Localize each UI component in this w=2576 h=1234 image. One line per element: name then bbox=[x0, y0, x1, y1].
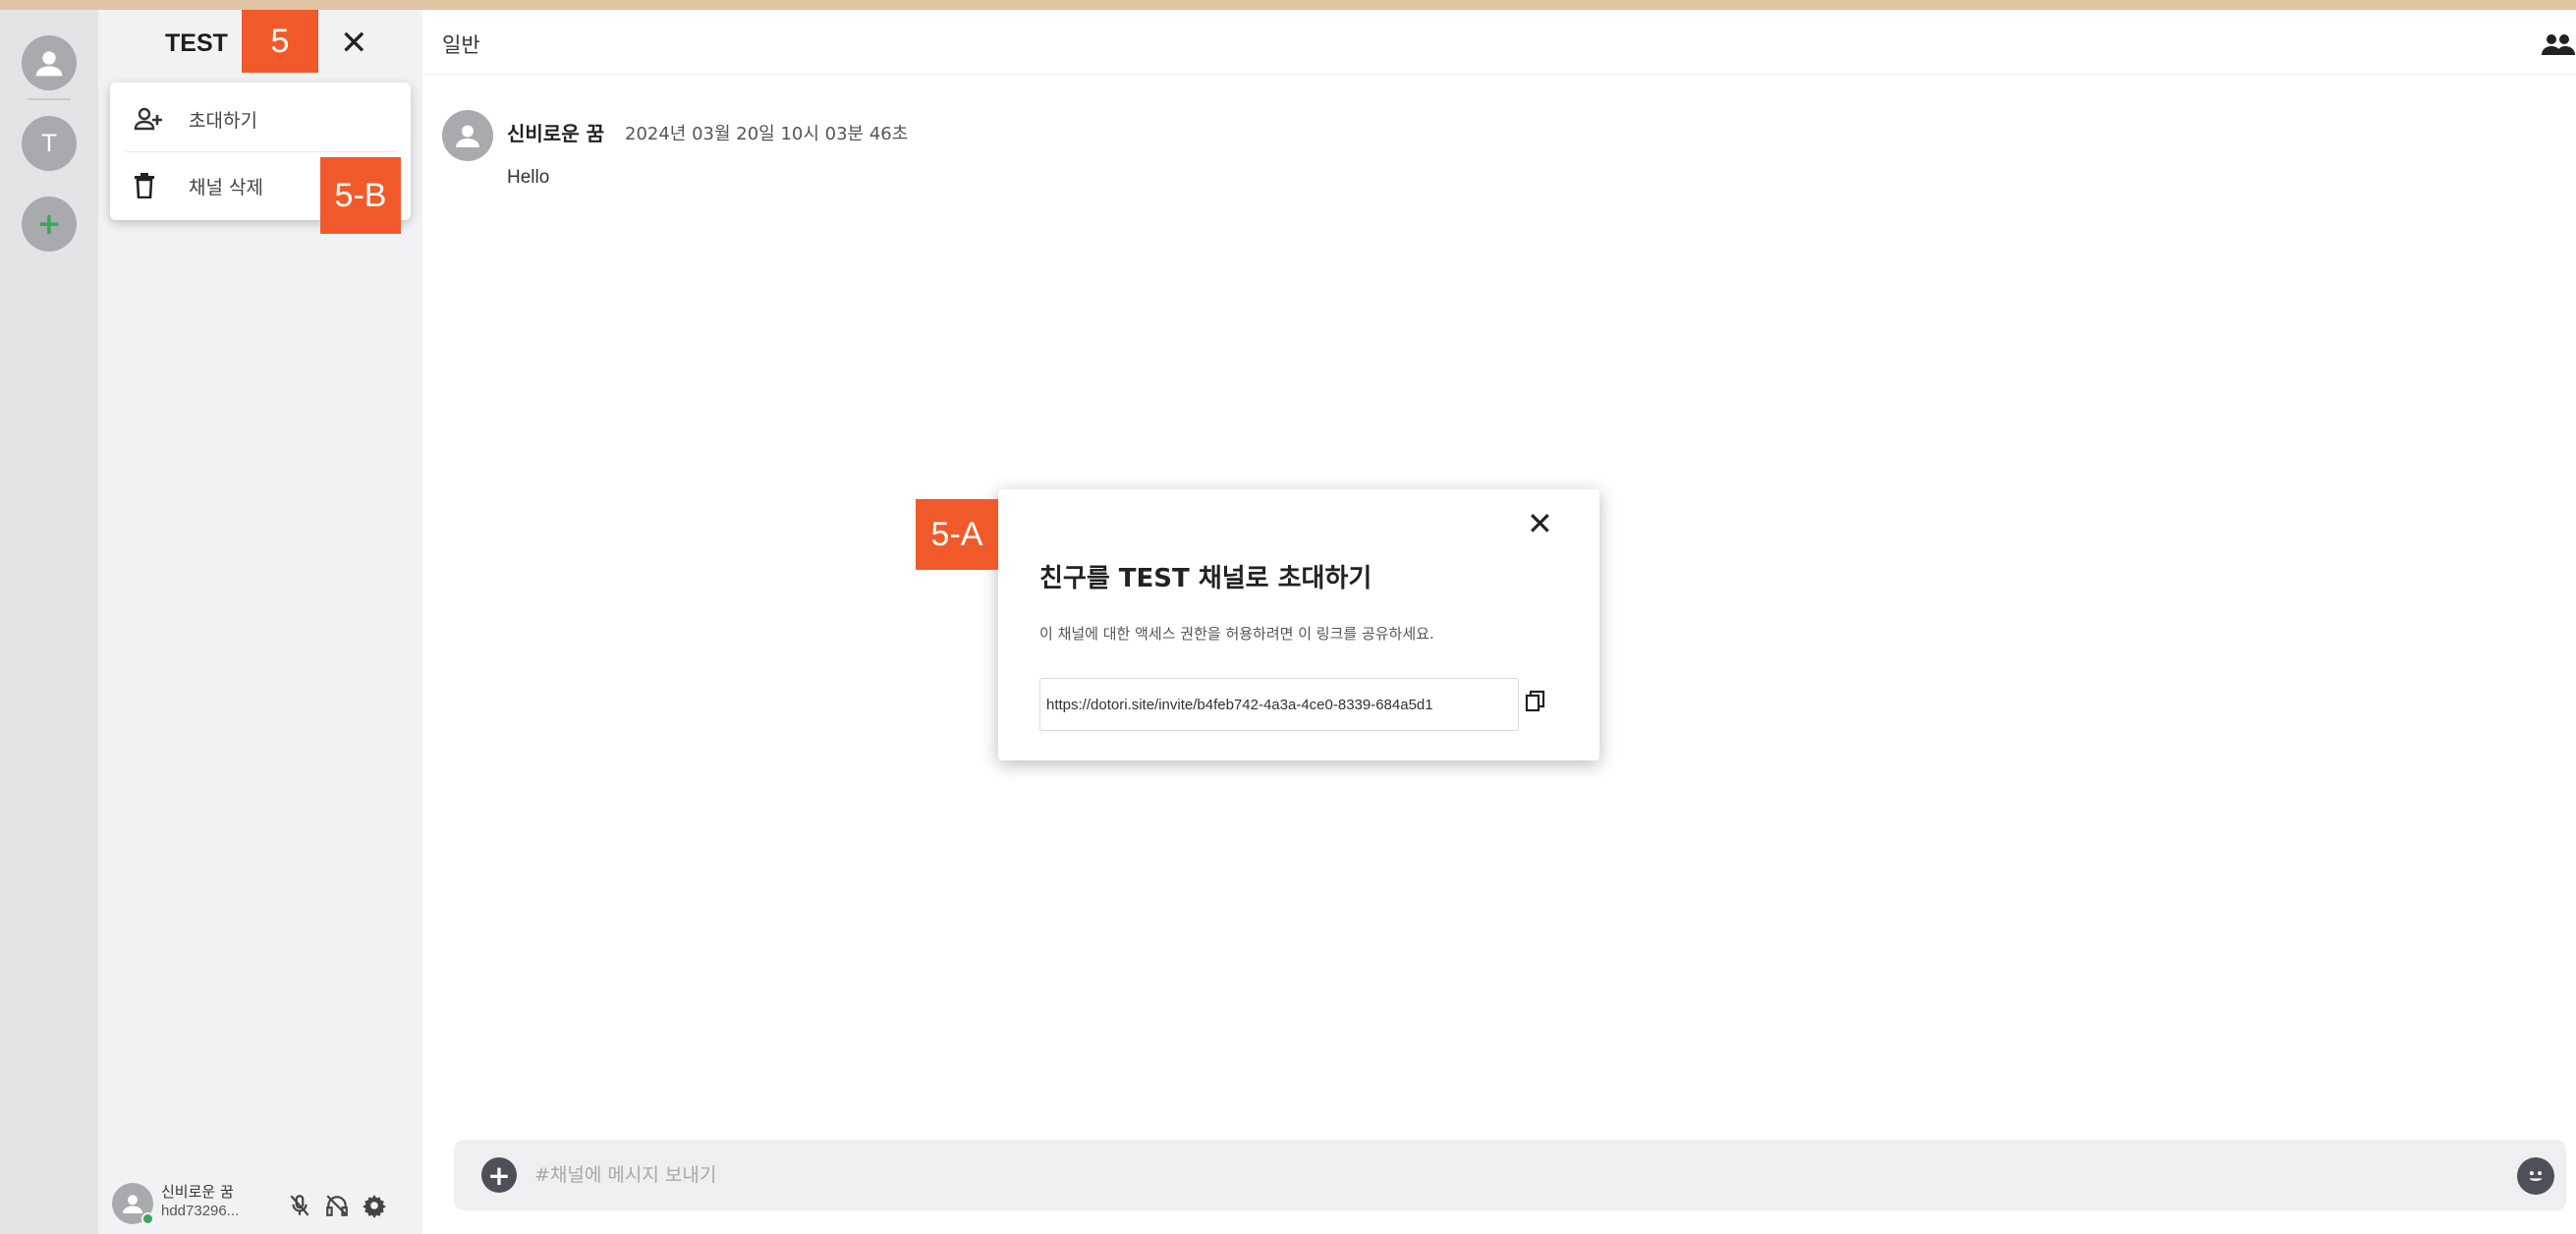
invite-link-field[interactable]: https://dotori.site/invite/b4feb742-4a3a… bbox=[1039, 678, 1519, 731]
modal-description: 이 채널에 대한 액세스 권한을 허용하려면 이 링크를 공유하세요. bbox=[1039, 625, 1434, 643]
user-panel: 신비로운 꿈 hdd73296... bbox=[98, 1165, 422, 1234]
gear-icon[interactable] bbox=[360, 1191, 389, 1220]
rail-divider bbox=[28, 98, 71, 100]
channel-header: 일반 bbox=[422, 10, 2576, 75]
trash-icon bbox=[134, 173, 173, 198]
channel-name: 일반 bbox=[442, 33, 480, 57]
menu-item-label: 초대하기 bbox=[189, 109, 257, 132]
menu-item-label: 채널 삭제 bbox=[189, 176, 263, 198]
invite-link-text: https://dotori.site/invite/b4feb742-4a3a… bbox=[1046, 696, 1433, 713]
online-status-dot bbox=[141, 1212, 154, 1225]
close-icon[interactable]: ✕ bbox=[340, 24, 368, 63]
menu-divider bbox=[126, 151, 395, 152]
annotation-tag-5b: 5-B bbox=[320, 157, 401, 234]
headphones-muted-icon[interactable] bbox=[322, 1191, 352, 1220]
members-icon[interactable] bbox=[2541, 31, 2576, 57]
server-title[interactable]: TEST bbox=[165, 29, 228, 58]
message-composer: + bbox=[454, 1140, 2566, 1210]
server-initial: T bbox=[41, 130, 57, 157]
server-rail: T + bbox=[0, 10, 98, 1234]
user-display-name: 신비로운 꿈 bbox=[161, 1183, 234, 1201]
annotation-tag-5a: 5-A bbox=[916, 499, 998, 570]
home-avatar-button[interactable] bbox=[22, 35, 77, 90]
invite-user-icon bbox=[134, 106, 173, 132]
annotation-tag-5: 5 bbox=[242, 10, 318, 73]
plus-icon: + bbox=[487, 1158, 511, 1192]
server-button-test[interactable]: T bbox=[22, 116, 77, 171]
plus-icon: + bbox=[36, 206, 62, 242]
message-timestamp: 2024년 03월 20일 10시 03분 46초 bbox=[625, 124, 909, 144]
copy-icon[interactable] bbox=[1525, 690, 1550, 717]
message-text: Hello bbox=[507, 167, 550, 188]
message-input[interactable] bbox=[534, 1153, 2401, 1197]
top-accent-strip bbox=[0, 0, 2576, 10]
menu-item-invite[interactable]: 초대하기 bbox=[110, 86, 411, 151]
modal-title: 친구를 TEST 채널로 초대하기 bbox=[1039, 564, 1372, 593]
message-avatar[interactable] bbox=[442, 110, 493, 161]
user-avatar-icon bbox=[35, 51, 63, 77]
invite-modal: ✕ 친구를 TEST 채널로 초대하기 이 채널에 대한 액세스 권한을 허용하… bbox=[998, 489, 1599, 760]
message-author[interactable]: 신비로운 꿈 bbox=[507, 118, 604, 146]
user-id: hdd73296... bbox=[161, 1203, 240, 1219]
add-server-button[interactable]: + bbox=[22, 196, 77, 252]
close-icon[interactable]: ✕ bbox=[1527, 505, 1553, 542]
user-avatar-icon bbox=[456, 125, 479, 147]
emoji-icon[interactable] bbox=[2517, 1157, 2554, 1195]
mic-muted-icon[interactable] bbox=[285, 1191, 314, 1220]
attach-plus-button[interactable]: + bbox=[481, 1157, 517, 1193]
